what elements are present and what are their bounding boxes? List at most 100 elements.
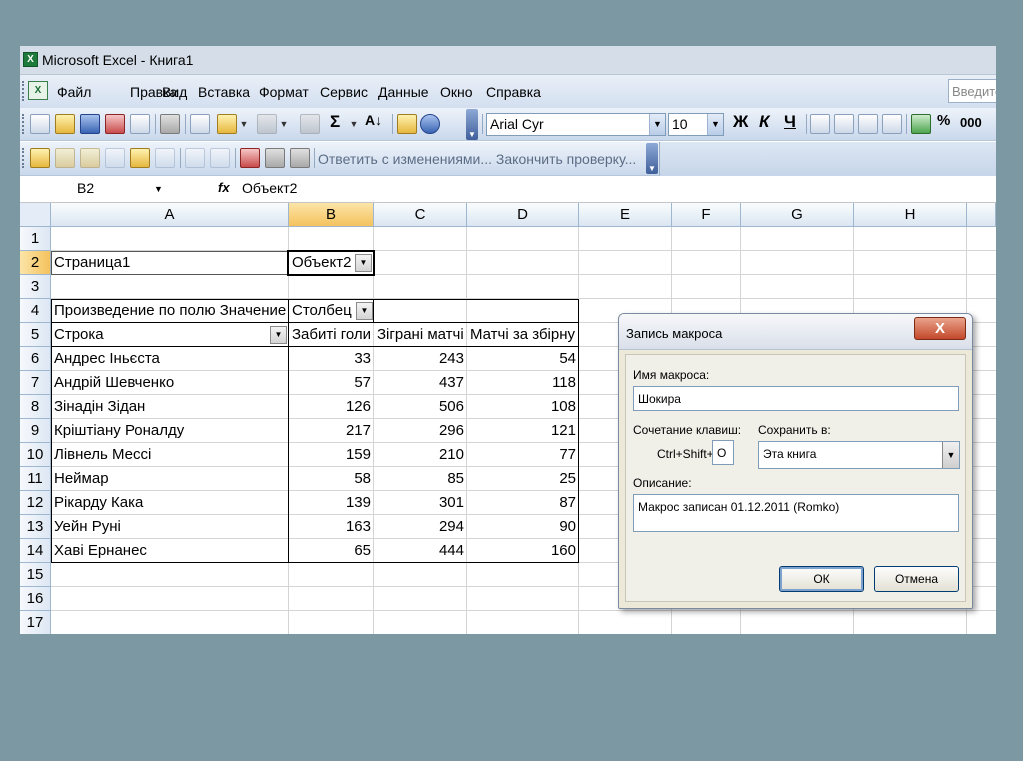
table-cell[interactable]: 65 (289, 539, 374, 563)
table-row[interactable]: Лівнель Мессі (51, 443, 288, 467)
chevron-down-icon[interactable]: ▼ (270, 326, 287, 344)
autosum-icon[interactable]: Σ (330, 112, 340, 132)
toolbar-grip-handle[interactable] (22, 148, 25, 168)
table-row[interactable]: Зінадін Зідан (51, 395, 288, 419)
row-header[interactable]: 12 (20, 491, 51, 515)
toolbar-grip-handle[interactable] (22, 114, 25, 134)
chevron-down-icon[interactable]: ▼ (238, 114, 250, 134)
bold-button[interactable]: Ж (733, 112, 748, 132)
table-row[interactable]: Уейн Руні (51, 515, 288, 539)
row-header[interactable]: 10 (20, 443, 51, 467)
macro-name-input[interactable]: Шокира (633, 386, 959, 411)
permission-icon[interactable] (105, 114, 125, 134)
ok-button[interactable]: ОК (779, 566, 864, 592)
table-cell[interactable]: 243 (374, 347, 467, 371)
table-row[interactable]: Андрес Іньєста (51, 347, 288, 371)
delete-ink-icon[interactable] (210, 148, 230, 168)
table-cell[interactable]: 160 (467, 539, 579, 563)
show-comment-icon[interactable] (105, 148, 125, 168)
paste-icon[interactable] (217, 114, 237, 134)
menu-help[interactable]: Справка (486, 84, 541, 100)
menu-file[interactable]: Файл (57, 84, 91, 100)
table-cell[interactable]: 159 (289, 443, 374, 467)
ink-annotations-icon[interactable] (185, 148, 205, 168)
help-icon[interactable] (420, 114, 440, 134)
table-cell[interactable]: 296 (374, 419, 467, 443)
formula-input[interactable]: Объект2 (242, 180, 297, 196)
italic-button[interactable]: К (759, 112, 769, 132)
print-icon[interactable] (160, 114, 180, 134)
table-cell[interactable]: 54 (467, 347, 579, 371)
chevron-down-icon[interactable]: ▼ (707, 114, 723, 135)
column-header-national-matches[interactable]: Матчі за збірну (467, 323, 579, 347)
row-header[interactable]: 13 (20, 515, 51, 539)
table-row[interactable]: Андрій Шевченко (51, 371, 288, 395)
row-header[interactable]: 3 (20, 275, 51, 299)
table-cell[interactable]: 444 (374, 539, 467, 563)
menu-view[interactable]: Вид (162, 84, 187, 100)
row-header[interactable]: 15 (20, 563, 51, 587)
align-right-icon[interactable] (858, 114, 878, 134)
percent-style-button[interactable]: % (937, 112, 950, 129)
table-cell[interactable]: 217 (289, 419, 374, 443)
table-cell[interactable]: 108 (467, 395, 579, 419)
row-header[interactable]: 14 (20, 539, 51, 563)
table-cell[interactable]: 210 (374, 443, 467, 467)
column-header-c[interactable]: C (374, 203, 467, 227)
next-comment-icon[interactable] (80, 148, 100, 168)
description-textarea[interactable]: Макрос записан 01.12.2011 (Romko) (633, 494, 959, 532)
table-cell[interactable]: 126 (289, 395, 374, 419)
table-cell[interactable]: 85 (374, 467, 467, 491)
table-cell[interactable]: 163 (289, 515, 374, 539)
pivot-data-field-label[interactable]: Произведение по полю Значение (51, 299, 288, 323)
chevron-down-icon[interactable]: ▼ (649, 114, 665, 135)
reviewing-pane-icon[interactable] (265, 148, 285, 168)
table-cell[interactable]: 294 (374, 515, 467, 539)
chevron-down-icon[interactable]: ▼ (942, 442, 959, 468)
table-cell[interactable]: 58 (289, 467, 374, 491)
column-header-h[interactable]: H (854, 203, 967, 227)
toolbar-options-icon[interactable]: ▼ (466, 109, 478, 140)
previous-comment-icon[interactable] (55, 148, 75, 168)
menu-format[interactable]: Формат (259, 84, 309, 100)
column-header-goals[interactable]: Забиті голи (289, 323, 374, 347)
workbook-icon[interactable]: X (28, 81, 48, 100)
table-cell[interactable]: 121 (467, 419, 579, 443)
insert-function-icon[interactable]: fx (218, 180, 230, 195)
row-header[interactable]: 4 (20, 299, 51, 323)
column-header-e[interactable]: E (579, 203, 672, 227)
track-changes-icon[interactable] (240, 148, 260, 168)
column-header-g[interactable]: G (741, 203, 854, 227)
row-header[interactable]: 11 (20, 467, 51, 491)
toolbar-options-icon[interactable]: ▼ (646, 143, 658, 174)
column-header-f[interactable]: F (672, 203, 741, 227)
chevron-down-icon[interactable]: ▼ (356, 302, 373, 320)
row-header[interactable]: 7 (20, 371, 51, 395)
undo-icon[interactable] (257, 114, 277, 134)
column-header-b[interactable]: B (289, 203, 374, 227)
row-header[interactable]: 17 (20, 611, 51, 634)
menu-grip-handle[interactable] (22, 81, 25, 101)
column-header-i[interactable] (967, 203, 996, 227)
cancel-button[interactable]: Отмена (874, 566, 959, 592)
hyperlink-icon[interactable] (300, 114, 320, 134)
row-header[interactable]: 8 (20, 395, 51, 419)
reviewing-commands-text[interactable]: Ответить с изменениями... Закончить пров… (318, 151, 636, 167)
row-header[interactable]: 6 (20, 347, 51, 371)
table-cell[interactable]: 87 (467, 491, 579, 515)
font-size-select[interactable]: 10 ▼ (668, 113, 724, 136)
store-in-select[interactable]: Эта книга ▼ (758, 441, 960, 469)
font-name-select[interactable]: Arial Cyr ▼ (486, 113, 666, 136)
chart-wizard-icon[interactable] (397, 114, 417, 134)
dialog-title-bar[interactable]: Запись макроса X (619, 314, 972, 350)
research-icon[interactable] (190, 114, 210, 134)
comma-style-button[interactable]: 000 (960, 115, 982, 130)
row-header[interactable]: 16 (20, 587, 51, 611)
menu-insert[interactable]: Вставка (198, 84, 250, 100)
table-cell[interactable]: 506 (374, 395, 467, 419)
table-cell[interactable]: 301 (374, 491, 467, 515)
table-cell[interactable]: 118 (467, 371, 579, 395)
align-center-icon[interactable] (834, 114, 854, 134)
table-cell[interactable]: 139 (289, 491, 374, 515)
table-cell[interactable]: 437 (374, 371, 467, 395)
